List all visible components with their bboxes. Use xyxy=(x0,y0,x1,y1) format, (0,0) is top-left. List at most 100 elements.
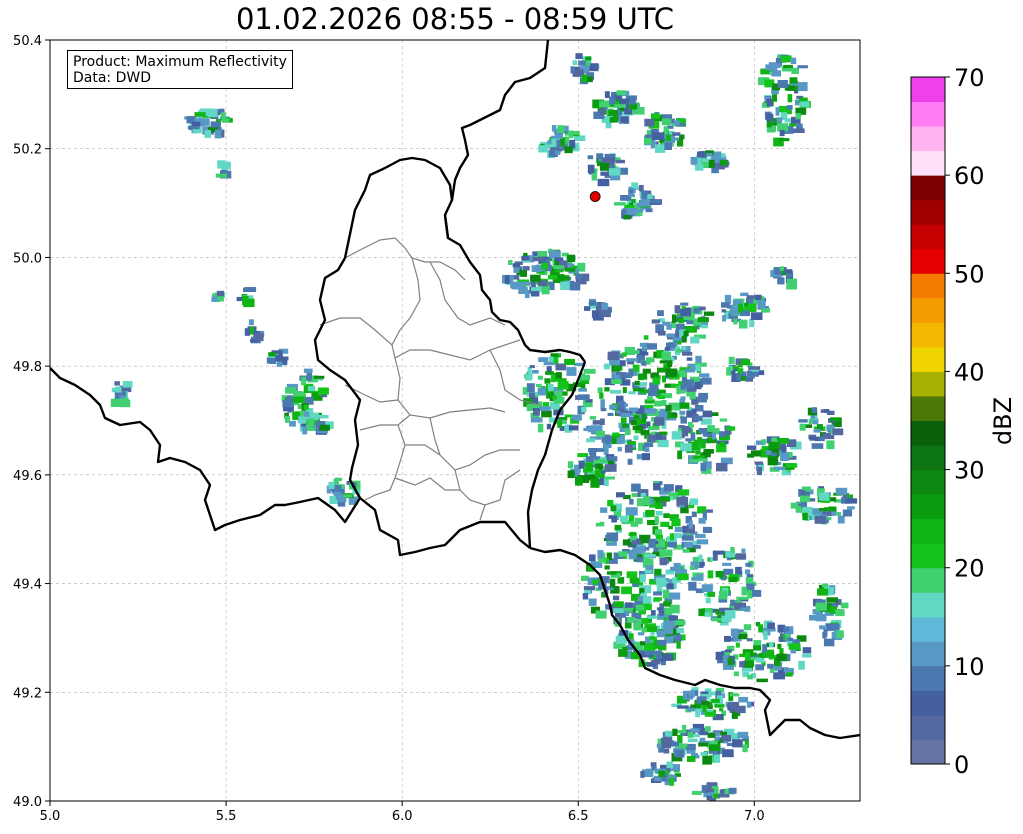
echo-cell xyxy=(795,113,801,120)
echo-cell xyxy=(588,63,599,72)
echo-cell xyxy=(657,310,664,317)
echo-cell xyxy=(541,410,552,418)
echo-cell xyxy=(719,590,728,600)
colorbar-segment xyxy=(911,273,945,299)
echo-cell xyxy=(597,387,603,393)
echo-cell xyxy=(599,100,611,108)
echo-cell xyxy=(698,554,703,562)
echo-cell xyxy=(676,641,681,649)
echo-cell xyxy=(203,118,210,126)
echo-cell xyxy=(622,208,627,216)
echo-cell xyxy=(572,414,582,421)
echo-cell xyxy=(625,602,633,608)
echo-cell xyxy=(631,198,636,203)
echo-cell xyxy=(638,610,646,615)
echo-cell xyxy=(786,278,797,286)
echo-cell xyxy=(678,319,684,324)
location-marker xyxy=(589,191,601,202)
echo-cell xyxy=(698,458,707,462)
echo-cell xyxy=(620,417,627,424)
echo-cell xyxy=(788,643,801,650)
echo-cell xyxy=(625,507,638,516)
colorbar-segment xyxy=(911,297,945,323)
echo-cell xyxy=(797,82,808,92)
echo-cell xyxy=(526,403,533,412)
echo-cell xyxy=(657,439,669,448)
echo-cell xyxy=(658,612,664,616)
echo-cell xyxy=(618,649,628,657)
echo-cell xyxy=(609,404,617,410)
echo-cell xyxy=(539,406,551,412)
echo-cell xyxy=(541,285,550,295)
echo-cell xyxy=(702,526,713,533)
echo-cell xyxy=(518,286,528,294)
echo-cell xyxy=(536,383,542,387)
echo-cell xyxy=(721,735,732,742)
echo-cell xyxy=(664,142,672,150)
echo-cell xyxy=(598,558,607,563)
echo-cell xyxy=(543,361,555,366)
x-tick-label: 7.0 xyxy=(744,809,765,824)
echo-cell xyxy=(613,608,624,614)
echo-cell xyxy=(604,387,610,392)
echo-cell xyxy=(570,66,575,74)
echo-cell xyxy=(616,90,626,96)
echo-cell xyxy=(708,159,715,168)
echo-cell xyxy=(823,628,828,637)
echo-cell xyxy=(304,411,310,417)
echo-cell xyxy=(671,518,681,527)
echo-cell xyxy=(293,396,305,403)
echo-cell xyxy=(745,569,751,575)
echo-cell xyxy=(613,601,624,608)
echo-cell xyxy=(557,381,569,390)
echo-cell xyxy=(632,388,645,392)
echo-cell xyxy=(767,622,775,629)
echo-cell xyxy=(293,391,303,397)
echo-cell xyxy=(639,574,646,583)
echo-cell xyxy=(689,498,699,505)
echo-cell xyxy=(665,368,678,377)
echo-cell xyxy=(567,470,575,479)
echo-cell xyxy=(585,456,594,463)
y-tick-label: 50.0 xyxy=(13,251,42,266)
echo-cell xyxy=(531,265,542,272)
echo-cell xyxy=(682,346,687,351)
echo-cell xyxy=(554,257,564,261)
echo-cell xyxy=(621,586,632,595)
echo-cell xyxy=(574,362,584,366)
echo-cell xyxy=(745,577,754,584)
echo-cell xyxy=(677,497,689,506)
echo-cell xyxy=(641,627,647,633)
echo-cell xyxy=(609,97,616,105)
echo-cell xyxy=(697,157,702,167)
echo-cell xyxy=(614,524,622,531)
echo-cell xyxy=(642,453,650,461)
echo-cell xyxy=(762,644,767,653)
echo-cell xyxy=(643,335,649,340)
echo-cell xyxy=(584,306,591,311)
echo-cell xyxy=(663,484,674,492)
echo-cell xyxy=(647,396,653,401)
echo-cell xyxy=(694,381,702,390)
colorbar-segment xyxy=(911,739,945,765)
echo-cell xyxy=(776,117,783,123)
echo-cell xyxy=(628,193,635,198)
echo-cell xyxy=(677,450,683,460)
echo-cell xyxy=(726,742,733,746)
echo-cell xyxy=(702,410,713,418)
echo-cell xyxy=(719,418,728,422)
echo-cell xyxy=(532,257,545,262)
echo-cell xyxy=(831,511,837,516)
echo-cell xyxy=(614,104,626,108)
colorbar-segment xyxy=(911,126,945,152)
echo-cell xyxy=(599,392,604,399)
echo-cell xyxy=(587,164,595,174)
echo-cell xyxy=(624,444,633,453)
echo-cell xyxy=(729,693,740,697)
echo-cell xyxy=(301,423,306,427)
echo-cell xyxy=(660,496,670,502)
echo-cell xyxy=(636,557,644,563)
echo-cell xyxy=(600,407,607,412)
echo-cell xyxy=(628,391,636,395)
echo-cell xyxy=(645,357,655,363)
